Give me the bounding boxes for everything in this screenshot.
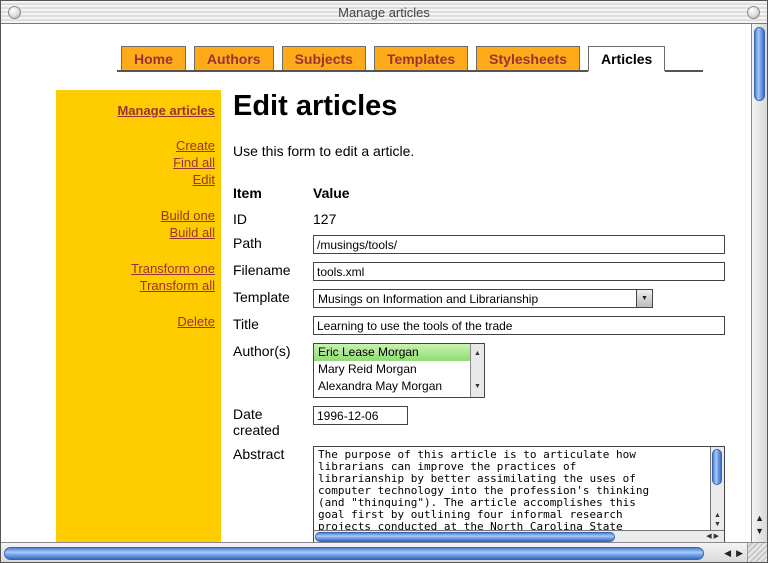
title-bar: Manage articles (1, 1, 767, 24)
author-option[interactable]: Alexandra May Morgan (314, 378, 470, 395)
sidebar-item-edit[interactable]: Edit (64, 171, 215, 188)
page-content: Home Authors Subjects Templates Styleshe… (1, 24, 751, 542)
title-row: Title (233, 314, 725, 335)
sidebar-item-transform-one[interactable]: Transform one (64, 260, 215, 277)
filename-input[interactable] (313, 262, 725, 281)
chevron-down-icon: ▼ (636, 290, 652, 307)
abstract-row: Abstract The purpose of this article is … (233, 444, 725, 542)
column-header-item: Item (233, 183, 313, 201)
page-title: Edit articles (233, 90, 725, 123)
abstract-text: The purpose of this article is to articu… (314, 447, 710, 530)
scroll-down-button[interactable]: ▼ (752, 525, 767, 538)
main-content: Edit articles Use this form to edit a ar… (233, 90, 725, 542)
template-select-value: Musings on Information and Librarianship (314, 291, 636, 307)
tab-templates[interactable]: Templates (374, 46, 468, 70)
scroll-up-icon[interactable]: ▲ (711, 511, 724, 520)
resize-grip[interactable] (747, 543, 767, 563)
author-option-selected[interactable]: Eric Lease Morgan (314, 344, 470, 361)
scrollbar-thumb[interactable] (754, 27, 765, 101)
scrollbar-thumb[interactable] (315, 532, 615, 542)
scroll-up-button[interactable]: ▲ (752, 512, 767, 525)
sidebar-item-delete[interactable]: Delete (64, 313, 215, 330)
sidebar-item-find-all[interactable]: Find all (64, 154, 215, 171)
authors-label: Author(s) (233, 341, 313, 359)
scroll-right-icon[interactable]: ▶ (714, 533, 721, 540)
date-created-label: Date created (233, 404, 313, 438)
sidebar-item-build-one[interactable]: Build one (64, 207, 215, 224)
filename-row: Filename (233, 260, 725, 281)
abstract-horizontal-scrollbar[interactable]: ◀▶ (314, 530, 724, 542)
scroll-down-icon[interactable]: ▼ (474, 379, 481, 395)
scroll-left-icon[interactable]: ◀ (706, 533, 713, 540)
id-row: ID 127 (233, 209, 725, 227)
abstract-textarea[interactable]: The purpose of this article is to articu… (313, 446, 725, 542)
path-input[interactable] (313, 235, 725, 254)
template-row: Template Musings on Information and Libr… (233, 287, 725, 308)
scrollbar-thumb[interactable] (712, 449, 722, 485)
edit-article-form: Item Value ID 127 Path Filename (233, 183, 725, 542)
scroll-down-icon[interactable]: ▼ (711, 520, 724, 529)
tab-authors[interactable]: Authors (194, 46, 274, 70)
scroll-up-icon[interactable]: ▲ (474, 346, 481, 362)
vertical-scrollbar[interactable]: ▲ ▼ (751, 24, 767, 542)
authors-row: Author(s) Eric Lease Morgan Mary Reid Mo… (233, 341, 725, 398)
abstract-label: Abstract (233, 444, 313, 462)
intro-text: Use this form to edit a article. (233, 143, 725, 159)
template-select[interactable]: Musings on Information and Librarianship… (313, 289, 653, 308)
title-input[interactable] (313, 316, 725, 335)
sidebar-item-build-all[interactable]: Build all (64, 224, 215, 241)
id-label: ID (233, 209, 313, 227)
app-window: Manage articles Home Authors Subjects Te… (0, 0, 768, 563)
listbox-scrollbar[interactable]: ▲ ▼ (470, 344, 484, 397)
authors-listbox[interactable]: Eric Lease Morgan Mary Reid Morgan Alexa… (313, 343, 485, 398)
scrollbar-thumb[interactable] (4, 547, 704, 560)
id-value: 127 (313, 209, 725, 227)
path-label: Path (233, 233, 313, 251)
date-created-row: Date created (233, 404, 725, 438)
tab-articles[interactable]: Articles (588, 46, 665, 72)
title-label: Title (233, 314, 313, 332)
sidebar-item-create[interactable]: Create (64, 137, 215, 154)
tab-home[interactable]: Home (121, 46, 186, 70)
tab-bar: Home Authors Subjects Templates Styleshe… (117, 46, 703, 72)
scroll-left-button[interactable]: ◀ (724, 547, 731, 560)
horizontal-scrollbar[interactable]: ◀ ▶ (1, 542, 767, 563)
tab-stylesheets[interactable]: Stylesheets (476, 46, 580, 70)
template-label: Template (233, 287, 313, 305)
window-title: Manage articles (21, 5, 747, 20)
scroll-right-button[interactable]: ▶ (736, 547, 743, 560)
sidebar-item-transform-all[interactable]: Transform all (64, 277, 215, 294)
author-option[interactable]: Mary Reid Morgan (314, 361, 470, 378)
sidebar-item-manage-articles[interactable]: Manage articles (64, 102, 215, 119)
date-created-input[interactable] (313, 406, 408, 425)
path-row: Path (233, 233, 725, 254)
close-button[interactable] (8, 6, 21, 19)
filename-label: Filename (233, 260, 313, 278)
tab-subjects[interactable]: Subjects (282, 46, 366, 70)
abstract-vertical-scrollbar[interactable]: ▲ ▼ (710, 447, 724, 530)
sidebar: Manage articles Create Find all Edit Bui… (56, 90, 221, 542)
collapse-button[interactable] (747, 6, 760, 19)
column-header-value: Value (313, 183, 725, 201)
